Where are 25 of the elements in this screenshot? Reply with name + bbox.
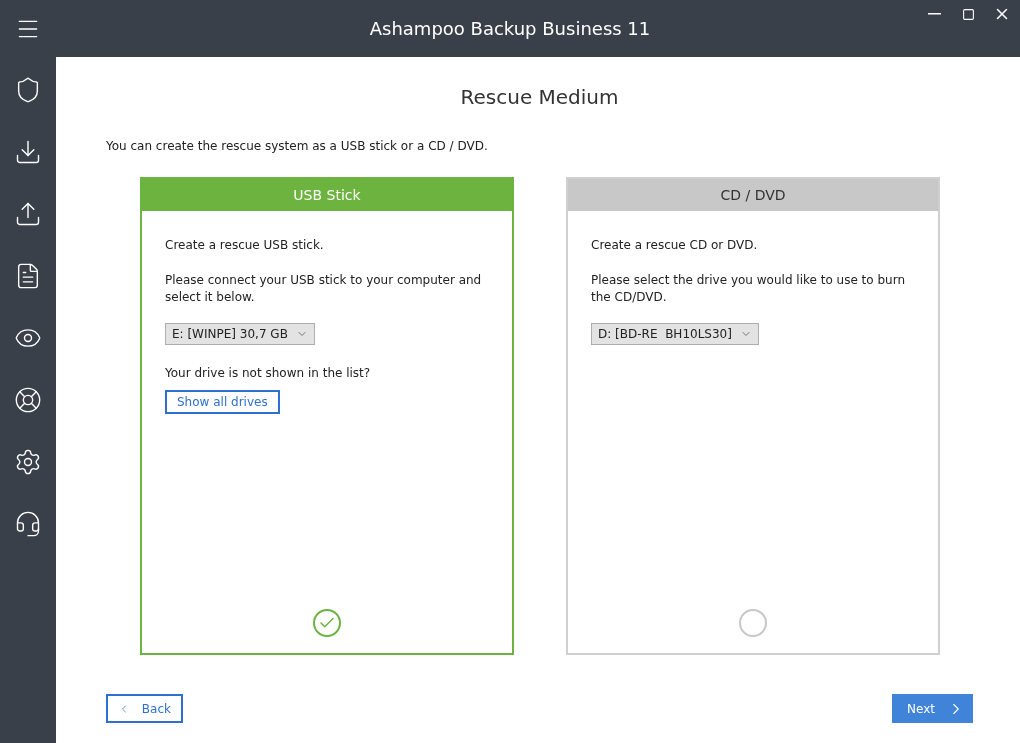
headset-icon xyxy=(14,510,42,538)
drive-dropdown[interactable]: D: [BD-RE BH10LS30] xyxy=(591,323,759,345)
minimize-icon xyxy=(927,13,941,15)
instruction-text: Please select the drive you would like to use to burn the CD/DVD. xyxy=(591,272,907,306)
next-button[interactable]: Next xyxy=(892,694,973,723)
maximize-icon xyxy=(961,7,975,21)
selection-indicator[interactable] xyxy=(313,609,341,637)
option-card[interactable]: CD / DVD Create a rescue CD or DVD. Please select the drive you would like to use to burn the CD/DVD. D: [BD-RE BH10LS30] xyxy=(566,177,940,655)
settings-icon xyxy=(14,448,42,476)
option-card[interactable]: USB Stick Create a rescue USB stick. Please connect your USB stick to your computer and select it below. E: [WINPE] 30,7 GB Your drive is not shown in the list? Show all drives xyxy=(140,177,514,655)
download-icon xyxy=(14,138,42,166)
upload-icon xyxy=(14,200,42,228)
window-title: Ashampoo Backup Business 11 xyxy=(369,18,651,39)
card-header: USB Stick xyxy=(142,179,512,211)
description-text: Create a rescue USB stick. xyxy=(165,237,325,254)
page-heading: Rescue Medium xyxy=(459,85,620,109)
instruction-text: Please connect your USB stick to your computer and select it below. xyxy=(165,272,483,306)
card-header: CD / DVD xyxy=(568,179,938,211)
note-text: Your drive is not shown in the list? xyxy=(165,365,372,382)
intro-text: You can create the rescue system as a USB stick or a CD / DVD. xyxy=(106,139,489,153)
show-drives-button[interactable]: Show all drives xyxy=(165,390,280,414)
description-text: Create a rescue CD or DVD. xyxy=(591,237,759,254)
drive-dropdown[interactable]: E: [WINPE] 30,7 GB xyxy=(165,323,315,345)
back-button[interactable]: Back xyxy=(106,694,183,723)
lifebuoy-icon xyxy=(14,386,42,414)
